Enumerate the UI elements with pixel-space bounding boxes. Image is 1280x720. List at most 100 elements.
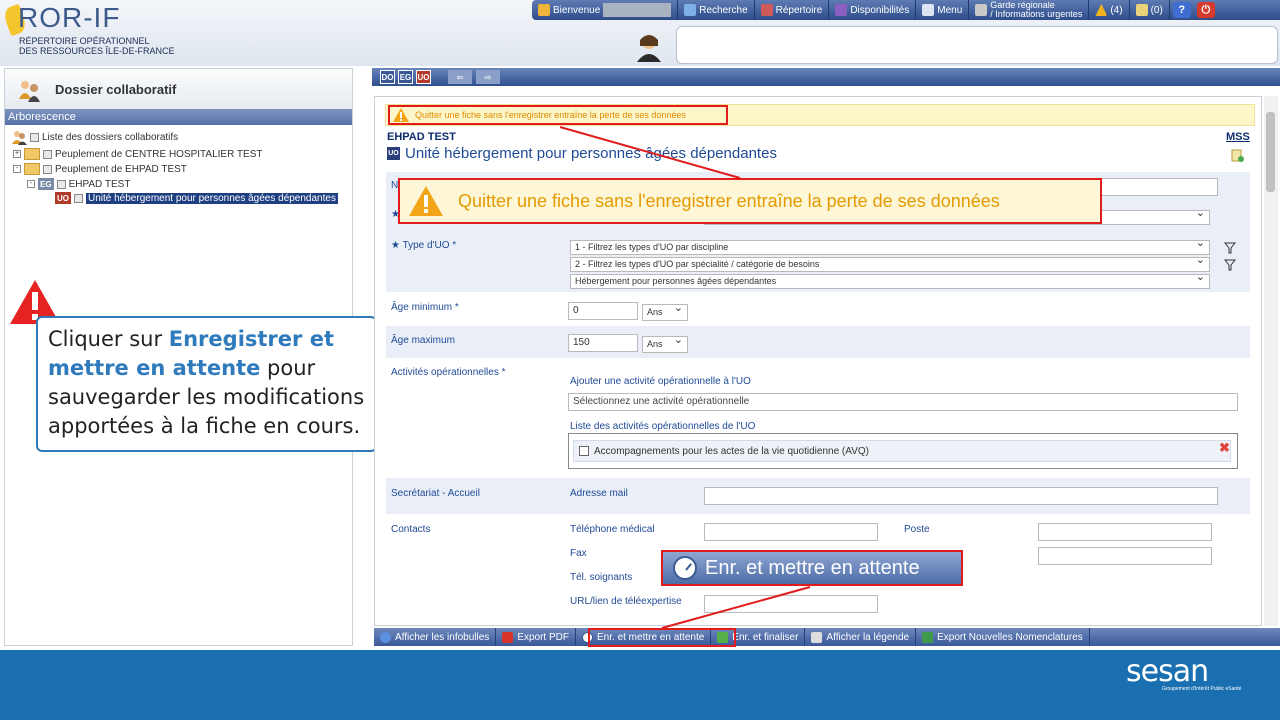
alerts-count: (4) — [1110, 4, 1123, 16]
tel-input[interactable] — [704, 523, 878, 541]
uo-tag-icon: UO — [55, 192, 71, 204]
tree-item-eg[interactable]: - EG EHPAD TEST — [27, 178, 130, 190]
filter-icon[interactable] — [1223, 242, 1237, 254]
url-input[interactable] — [704, 595, 878, 613]
username-redacted — [603, 3, 672, 17]
poste-input[interactable] — [1038, 523, 1212, 541]
tree-item-label: Peuplement de EHPAD TEST — [55, 163, 187, 175]
export-nomenclatures-label: Export Nouvelles Nomenclatures — [937, 631, 1083, 643]
type-uo-select[interactable]: Hébergement pour personnes âgées dépenda… — [570, 271, 1210, 289]
email-label: Adresse mail — [570, 488, 628, 499]
type-uo-label: ★ Type d'UO * — [391, 240, 457, 251]
message-box — [676, 26, 1278, 64]
activities-label: Activités opérationnelles * — [391, 367, 506, 378]
power-icon[interactable]: ⏻ — [1196, 2, 1215, 18]
search-icon — [684, 4, 697, 16]
show-tooltips-button[interactable]: Afficher les infobulles — [374, 628, 497, 646]
search-nav-label: Recherche — [699, 4, 748, 16]
poste-input-2[interactable] — [1038, 547, 1212, 565]
tree-dropdown-icon[interactable] — [43, 164, 52, 174]
export-pdf-button[interactable]: Export PDF — [496, 628, 576, 646]
export-nomenclatures-button[interactable]: Export Nouvelles Nomenclatures — [916, 628, 1090, 646]
enr-attente-zoom-text: Enr. et mettre en attente — [705, 556, 920, 579]
tree-dropdown-icon[interactable] — [30, 132, 39, 142]
scrollbar-thumb[interactable] — [1266, 112, 1275, 192]
tree-dropdown-icon[interactable] — [56, 179, 66, 189]
activity-checkbox[interactable] — [579, 446, 589, 456]
left-panel-header: Dossier collaboratif — [5, 69, 352, 109]
email-input[interactable] — [704, 487, 1218, 505]
age-max-input[interactable]: 150 — [568, 334, 638, 352]
help-button[interactable]: ? — [1172, 2, 1191, 18]
poste-label: Poste — [904, 524, 930, 535]
tree-dropdown-icon[interactable] — [43, 149, 52, 159]
tree-item-label: Unité hébergement pour personnes âgées d… — [86, 192, 338, 204]
garde-line-2: / Informations urgentes — [990, 9, 1083, 19]
warning-icon — [409, 186, 443, 216]
eg-button[interactable]: EG — [398, 70, 413, 84]
tree-item-label: EHPAD TEST — [68, 178, 131, 190]
add-document-icon[interactable] — [1231, 149, 1244, 162]
folder-icon — [24, 163, 40, 175]
contacts-label: Contacts — [391, 524, 431, 535]
monitor-icon — [922, 4, 935, 16]
age-max-label: Âge maximum — [391, 335, 455, 346]
do-button[interactable]: DO — [380, 70, 395, 84]
warning-zoom-callout: Quitter une fiche sans l'enregistrer ent… — [398, 178, 1102, 224]
collapse-icon[interactable]: - — [13, 165, 21, 173]
activity-list-box: Accompagnements pour les actes de la vie… — [568, 433, 1238, 469]
availability-nav-item[interactable]: Disponibilités — [829, 0, 917, 20]
footer-band — [0, 650, 1280, 720]
activity-search-input[interactable]: Sélectionnez une activité opérationnelle — [568, 393, 1238, 411]
directory-nav-label: Répertoire — [775, 4, 823, 16]
welcome-item[interactable]: Bienvenue — [532, 0, 679, 20]
eg-tag-icon: EG — [38, 178, 54, 190]
show-tooltips-label: Afficher les infobulles — [395, 631, 490, 643]
back-arrow-icon[interactable]: ⇦ — [448, 70, 472, 84]
users-icon — [12, 131, 27, 145]
messages-nav-item[interactable]: (0) — [1130, 0, 1170, 20]
record-toolbar: DO EG UO ⇦ ⇨ — [372, 68, 1280, 86]
avatar-icon — [637, 35, 661, 62]
logo-subtitle-2: DES RESSOURCES ÎLE-DE-FRANCE — [19, 46, 175, 56]
callout-prefix: Cliquer sur — [48, 327, 169, 351]
alerts-nav-item[interactable]: (4) — [1089, 0, 1130, 20]
tree-item-uo-selected[interactable]: UO Unité hébergement pour personnes âgée… — [55, 192, 338, 204]
tree-section-header: Arborescence — [5, 109, 352, 125]
instruction-callout: Cliquer sur Enregistrer et mettre en att… — [36, 316, 377, 452]
sesan-logo: sesan — [1126, 654, 1209, 689]
delete-icon[interactable]: ✖ — [1219, 440, 1230, 456]
age-min-input[interactable]: 0 — [568, 302, 638, 320]
activity-list-label: Liste des activités opérationnelles de l… — [570, 421, 756, 432]
menu-nav-item[interactable]: Menu — [916, 0, 970, 20]
clock-icon — [673, 556, 697, 580]
uo-button[interactable]: UO — [416, 70, 431, 84]
expand-icon[interactable]: + — [13, 150, 21, 158]
show-legend-button[interactable]: Afficher la légende — [805, 628, 917, 646]
garde-nav-item[interactable]: Garde régionale / Informations urgentes — [969, 0, 1090, 20]
type-uo-discipline-select[interactable]: 1 - Filtrez les types d'UO par disciplin… — [570, 237, 1210, 255]
organization-name: EHPAD TEST — [387, 131, 456, 143]
tree-item-root[interactable]: Liste des dossiers collaboratifs — [11, 129, 178, 145]
age-max-unit-select[interactable]: Ans — [642, 333, 688, 353]
warning-banner-message: Quitter une fiche sans l'enregistrer ent… — [388, 105, 728, 125]
messages-count: (0) — [1150, 4, 1163, 16]
forward-arrow-icon[interactable]: ⇨ — [476, 70, 500, 84]
tree-dropdown-icon[interactable] — [74, 193, 83, 203]
logo-subtitle-1: RÉPERTOIRE OPÉRATIONNEL — [19, 36, 150, 46]
filter-icon[interactable] — [1223, 259, 1237, 271]
uo-title-text: Unité hébergement pour personnes âgées d… — [405, 145, 777, 162]
activity-item-label: Accompagnements pour les actes de la vie… — [594, 445, 869, 457]
left-panel-title: Dossier collaboratif — [55, 82, 177, 97]
welcome-label: Bienvenue — [553, 4, 601, 16]
search-nav-item[interactable]: Recherche — [678, 0, 755, 20]
tree-item-ehpad-group[interactable]: - Peuplement de EHPAD TEST — [13, 163, 187, 175]
age-min-unit-select[interactable]: Ans — [642, 301, 688, 321]
collapse-icon[interactable]: - — [27, 180, 35, 188]
mss-link[interactable]: MSS — [1226, 131, 1250, 143]
pdf-icon — [502, 631, 514, 643]
type-uo-specialite-select[interactable]: 2 - Filtrez les types d'UO par spécialit… — [570, 254, 1210, 272]
tree-item-centre[interactable]: + Peuplement de CENTRE HOSPITALIER TEST — [13, 148, 262, 160]
directory-nav-item[interactable]: Répertoire — [755, 0, 830, 20]
tree-item-label: Peuplement de CENTRE HOSPITALIER TEST — [55, 148, 263, 160]
